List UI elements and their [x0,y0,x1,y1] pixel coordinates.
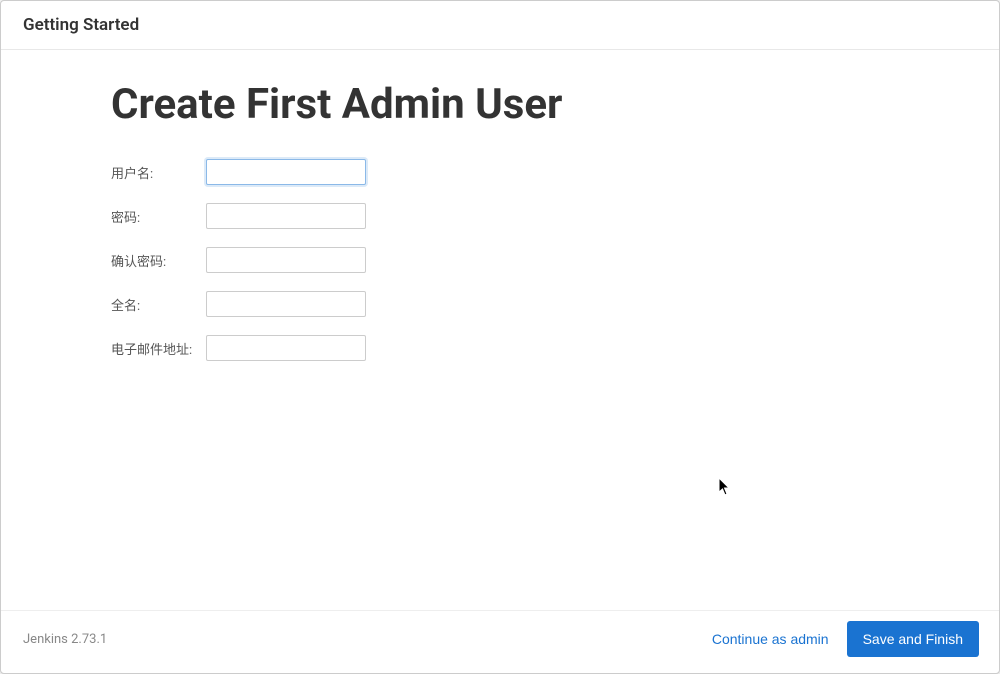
footer-actions: Continue as admin Save and Finish [712,621,979,657]
modal-body: Create First Admin User 用户名: 密码: 确认密码: 全… [1,50,999,610]
form-row-username: 用户名: [111,159,889,185]
modal-header: Getting Started [1,1,999,50]
form-row-password: 密码: [111,203,889,229]
confirm-password-input[interactable] [206,247,366,273]
username-input[interactable] [206,159,366,185]
modal-footer: Jenkins 2.73.1 Continue as admin Save an… [1,610,999,673]
label-confirm-password: 确认密码: [111,251,206,270]
label-email: 电子邮件地址: [111,339,206,358]
email-input[interactable] [206,335,366,361]
form-row-confirm-password: 确认密码: [111,247,889,273]
label-password: 密码: [111,207,206,226]
save-and-finish-button[interactable]: Save and Finish [847,621,979,657]
version-text: Jenkins 2.73.1 [23,632,712,647]
continue-as-admin-link[interactable]: Continue as admin [712,631,829,647]
label-fullname: 全名: [111,295,206,314]
setup-wizard-modal: Getting Started Create First Admin User … [0,0,1000,674]
modal-title: Getting Started [23,15,977,35]
label-username: 用户名: [111,163,206,182]
password-input[interactable] [206,203,366,229]
page-title: Create First Admin User [111,80,889,129]
form-row-email: 电子邮件地址: [111,335,889,361]
form-row-fullname: 全名: [111,291,889,317]
fullname-input[interactable] [206,291,366,317]
